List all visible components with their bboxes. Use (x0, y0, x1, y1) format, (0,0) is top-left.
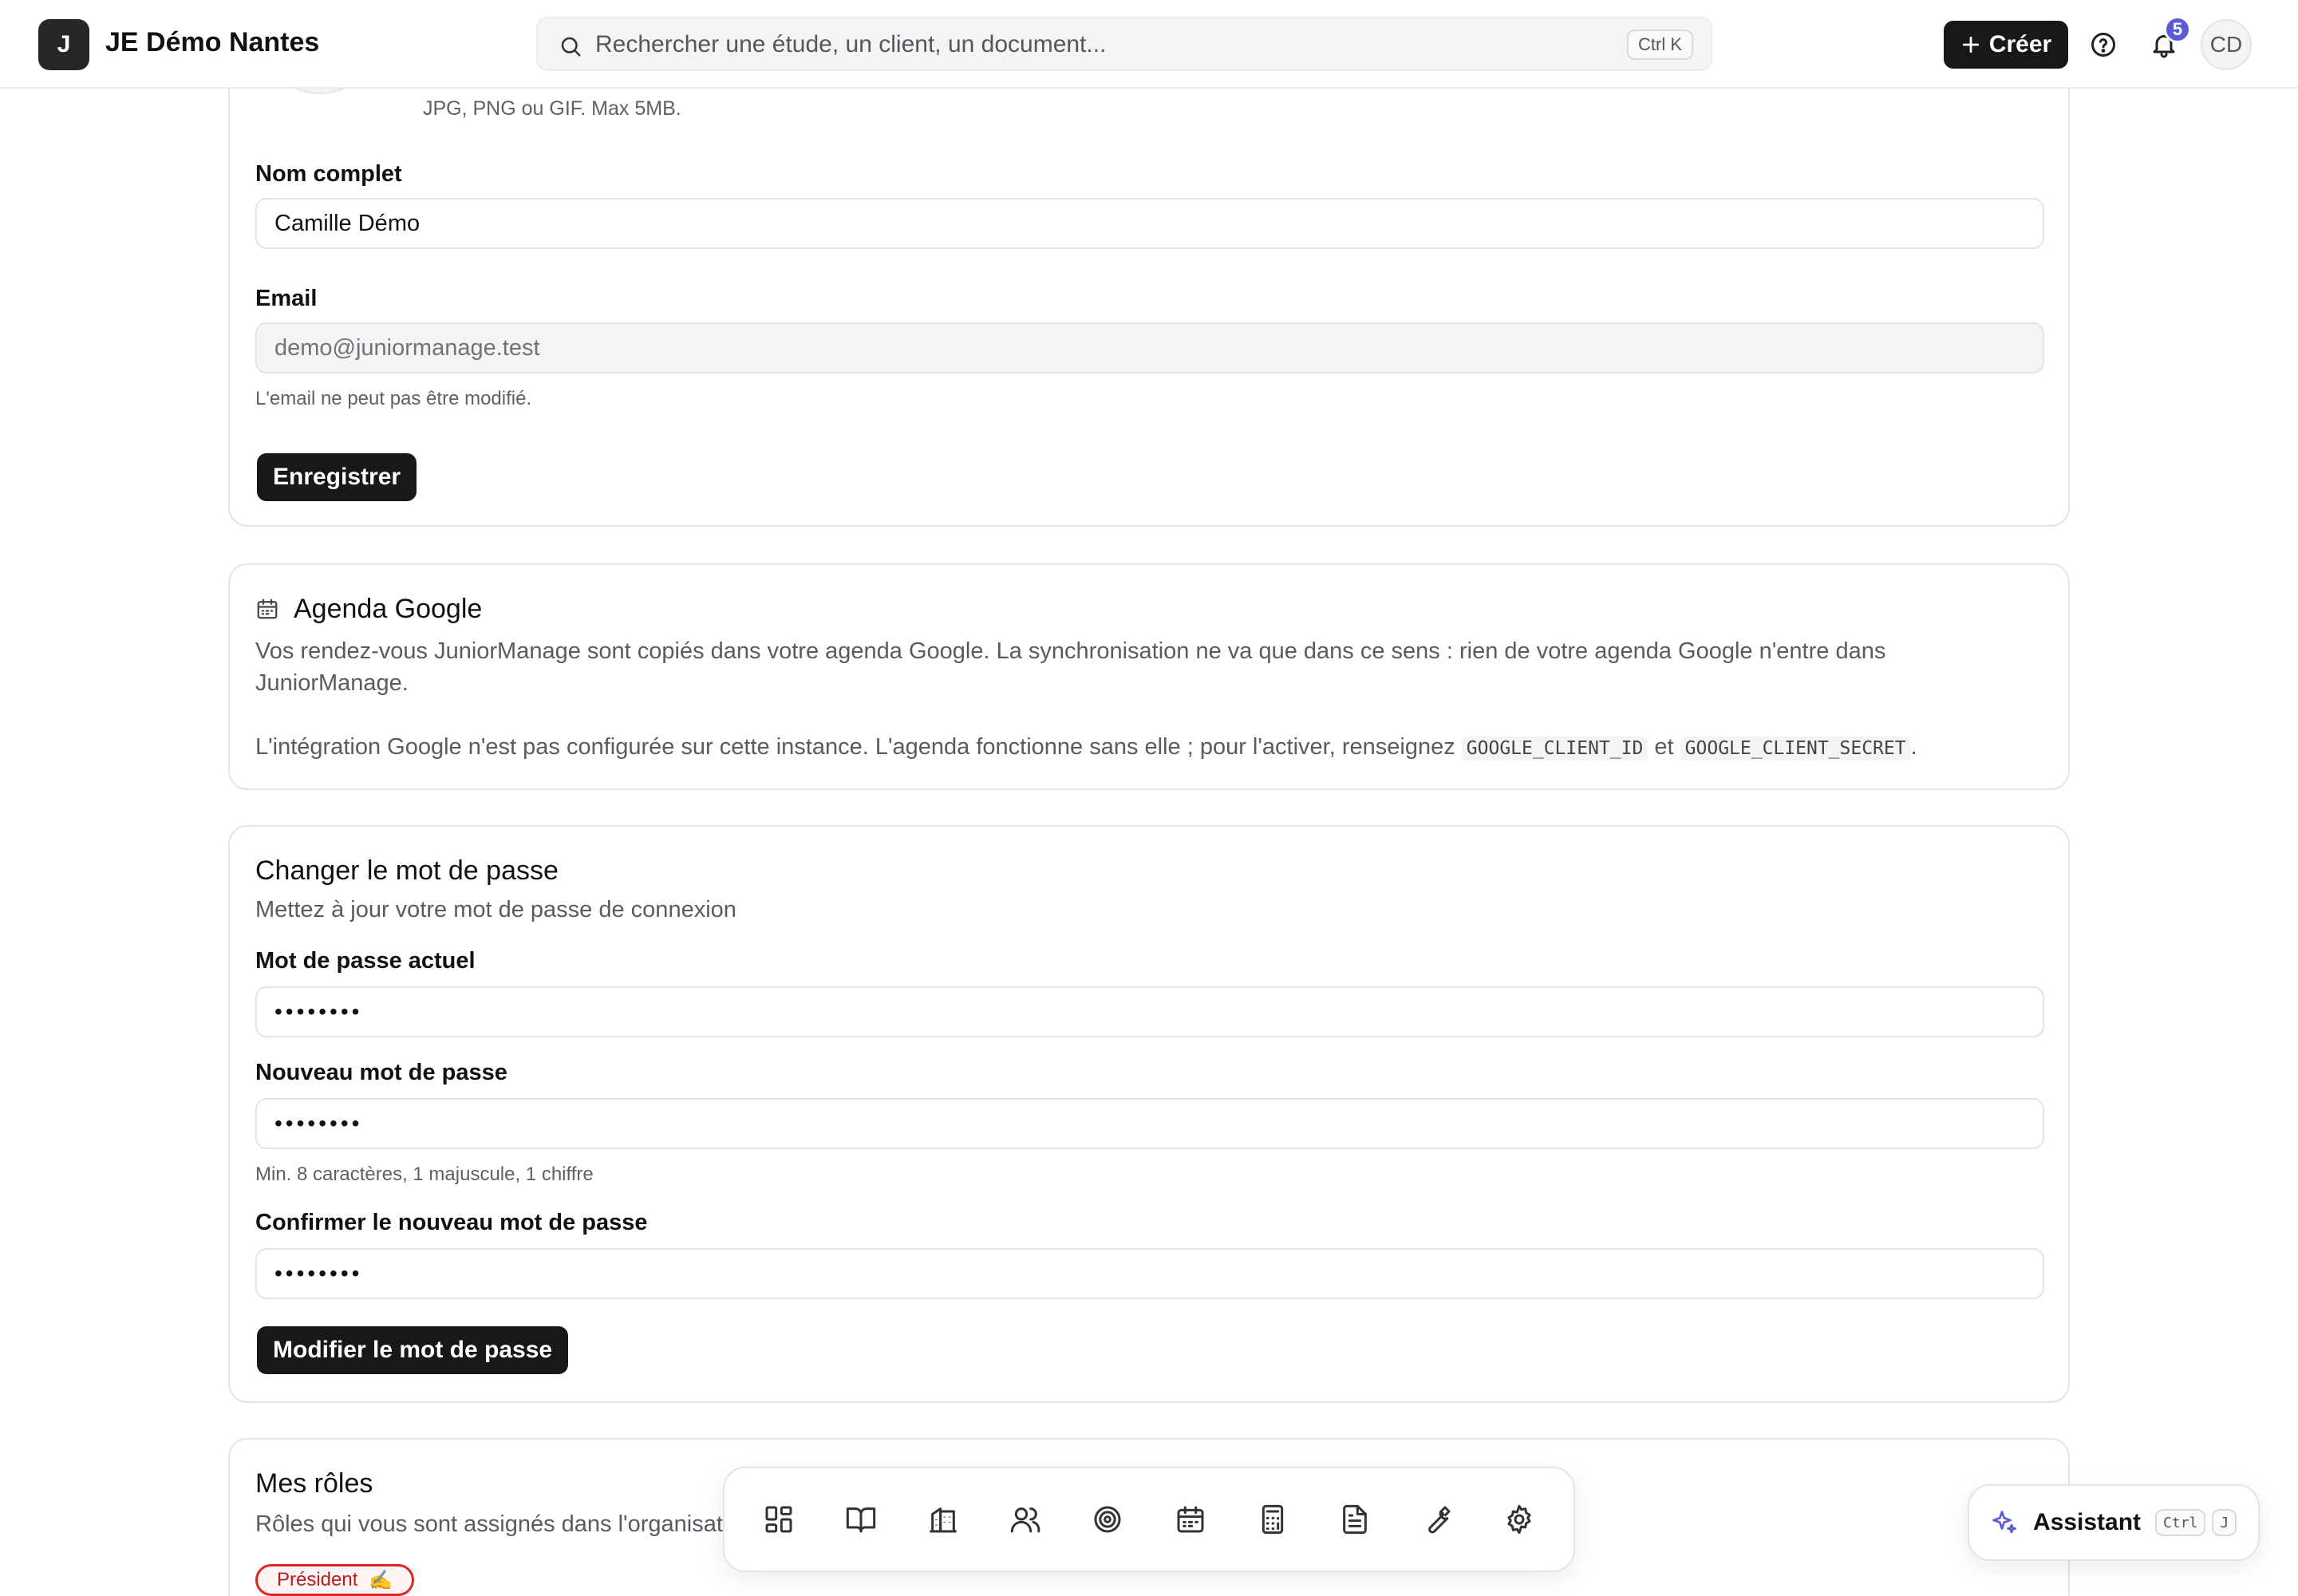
notice-and: et (1654, 734, 1674, 760)
new-password-input[interactable] (255, 1098, 2044, 1149)
google-agenda-description: Vos rendez-vous JuniorManage sont copiés… (255, 638, 1886, 696)
create-label: Créer (1988, 31, 2052, 57)
search-icon (559, 34, 582, 62)
book-icon[interactable] (837, 1495, 885, 1543)
org-logo[interactable]: J (38, 19, 89, 70)
assistant-shortcut-key: J (2212, 1509, 2237, 1536)
notice-suffix: . (1910, 734, 1917, 760)
google-agenda-title: Agenda Google (294, 594, 483, 624)
password-subtitle: Mettez à jour votre mot de passe de conn… (255, 897, 736, 922)
confirm-password-input[interactable] (255, 1248, 2044, 1299)
current-password-label: Mot de passe actuel (255, 948, 476, 974)
email-help: L'email ne peut pas être modifié. (255, 388, 532, 409)
google-config-notice: L'intégration Google n'est pas configuré… (255, 731, 2059, 764)
google-agenda-card: Agenda Google Vos rendez-vous JuniorMana… (228, 563, 2070, 790)
role-emoji: ✍️ (369, 1569, 393, 1591)
name-input[interactable] (255, 198, 2044, 249)
target-icon[interactable] (1084, 1495, 1131, 1543)
calendar-icon[interactable] (1167, 1495, 1214, 1543)
code-google-client-id: GOOGLE_CLIENT_ID (1461, 737, 1648, 760)
building-icon[interactable] (919, 1495, 967, 1543)
top-header: J JE Démo Nantes Ctrl K Créer 5 CD (0, 0, 2298, 89)
roles-title: Mes rôles (255, 1468, 373, 1499)
password-title: Changer le mot de passe (255, 855, 559, 886)
avatar-hint: JPG, PNG ou GIF. Max 5MB. (423, 97, 681, 120)
assistant-shortcut-ctrl: Ctrl (2155, 1509, 2206, 1536)
new-password-label: Nouveau mot de passe (255, 1060, 507, 1085)
assistant-label: Assistant (2033, 1509, 2142, 1535)
current-password-input[interactable] (255, 986, 2044, 1037)
users-icon[interactable] (1001, 1495, 1049, 1543)
notification-count-badge: 5 (2164, 16, 2191, 43)
assistant-button[interactable]: Assistant Ctrl J (1968, 1484, 2260, 1561)
search-input[interactable] (595, 26, 1553, 63)
roles-subtitle: Rôles qui vous sont assignés dans l'orga… (255, 1511, 754, 1537)
global-search[interactable]: Ctrl K (536, 17, 1712, 71)
document-icon[interactable] (1331, 1495, 1379, 1543)
new-password-help: Min. 8 caractères, 1 majuscule, 1 chiffr… (255, 1163, 594, 1185)
email-label: Email (255, 286, 318, 311)
notice-prefix: L'intégration Google n'est pas configuré… (255, 734, 1455, 760)
bottom-dock (723, 1467, 1575, 1572)
password-card: Changer le mot de passe Mettez à jour vo… (228, 825, 2070, 1403)
email-input (255, 322, 2044, 373)
change-password-button[interactable]: Modifier le mot de passe (257, 1326, 569, 1374)
confirm-password-label: Confirmer le nouveau mot de passe (255, 1210, 648, 1235)
role-label: Président (277, 1569, 358, 1590)
calculator-icon[interactable] (1249, 1495, 1297, 1543)
calendar-icon (255, 597, 279, 625)
plus-icon (1962, 36, 1979, 53)
wrench-icon[interactable] (1413, 1495, 1461, 1543)
settings-icon[interactable] (1495, 1495, 1543, 1543)
org-name[interactable]: JE Démo Nantes (105, 27, 319, 58)
code-google-client-secret: GOOGLE_CLIENT_SECRET (1680, 737, 1911, 760)
name-label: Nom complet (255, 161, 402, 187)
search-shortcut: Ctrl K (1627, 30, 1693, 60)
save-profile-button[interactable]: Enregistrer (257, 453, 417, 501)
user-avatar[interactable]: CD (2201, 19, 2252, 70)
role-badge-president: Président ✍️ (255, 1564, 415, 1596)
help-icon[interactable] (2087, 29, 2119, 61)
create-button[interactable]: Créer (1944, 21, 2068, 69)
dashboard-icon[interactable] (755, 1495, 803, 1543)
sparkles-icon (1992, 1511, 2016, 1534)
